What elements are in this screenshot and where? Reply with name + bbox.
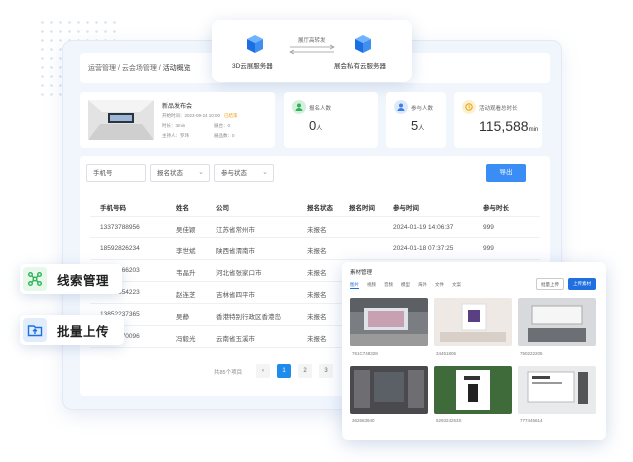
material-thumbnail[interactable] — [518, 298, 596, 346]
material-thumbnail[interactable] — [518, 366, 596, 414]
material-thumbnail[interactable] — [434, 366, 512, 414]
server-sync-card: 3D云展服务器 展厅高转发 展会私有云服务器 — [212, 20, 412, 82]
material-id: 777445614 — [520, 418, 543, 423]
bulk-upload-label: 批量上传 — [57, 324, 110, 339]
event-duration: 时长：3min — [162, 123, 186, 128]
breadcrumb-item[interactable]: 云会场管理 — [122, 65, 157, 72]
server-left-label: 3D云展服务器 — [232, 63, 273, 70]
event-time: 开始时间：2023-09-24 10:00 — [162, 113, 221, 118]
breadcrumb-current: 活动概览 — [162, 65, 191, 72]
material-thumbnail[interactable] — [350, 366, 428, 414]
link-label: 展厅高转发 — [298, 38, 326, 44]
export-button[interactable]: 导出 — [486, 164, 526, 182]
tab-files[interactable]: 文件 — [435, 282, 444, 287]
tab-audio[interactable]: 音频 — [384, 282, 393, 287]
page-button[interactable]: 3 — [319, 364, 333, 378]
event-host: 主持人：罗玮 — [162, 133, 189, 138]
stat-value: 115,588min — [479, 118, 539, 134]
event-status: 已结束 — [224, 113, 238, 118]
material-id: 750222205 — [520, 351, 543, 356]
material-thumbnail[interactable] — [434, 298, 512, 346]
column-header: 参与时长 — [483, 205, 509, 212]
tab-video[interactable]: 视频 — [367, 282, 376, 287]
event-thumbnail — [88, 100, 154, 140]
clock-icon — [462, 100, 476, 114]
network-icon — [23, 267, 47, 291]
column-header: 参与时间 — [393, 205, 419, 212]
pagination-total: 共85个项目 — [214, 370, 243, 376]
table-row[interactable]: 13373788956 吴佳颖 江苏省常州市 未报名 2024-01-19 14:06:… — [90, 216, 540, 238]
event-title: 新品发布会 — [162, 104, 193, 110]
bulk-upload-badge[interactable]: 批量上传 — [20, 315, 124, 345]
page-button[interactable]: 1 — [277, 364, 291, 378]
phone-search-input[interactable]: 手机号 — [86, 164, 146, 182]
chevron-down-icon: ⌄ — [198, 169, 204, 176]
page-button[interactable]: 2 — [298, 364, 312, 378]
server-right-label: 展会私有云服务器 — [334, 63, 386, 70]
material-id: 529324263S — [436, 418, 462, 423]
sync-arrows-icon — [289, 44, 335, 55]
stat-label: 参与人数 — [411, 106, 434, 112]
tab-overseas[interactable]: 海外 — [418, 282, 427, 287]
batch-upload-button[interactable]: 批量上传 — [536, 278, 564, 290]
material-id: 362663940 — [352, 418, 375, 423]
material-thumbnail[interactable] — [350, 298, 428, 346]
stat-label: 报名人数 — [309, 106, 332, 112]
column-header: 报名状态 — [307, 205, 333, 212]
stat-label: 活动观看总时长 — [479, 106, 518, 112]
table-row[interactable]: 18592826234 李世斌 陕西省渭南市 未报名 2024-01-18 07:37:… — [90, 238, 540, 260]
material-manager-panel: 素材管理 图片 视频 音频 模型 海外 文件 文案 批量上传 上传素材 761C748328… — [342, 262, 606, 440]
column-header: 姓名 — [176, 205, 189, 212]
server-cube-icon — [355, 35, 371, 53]
join-status-select[interactable]: 参与状态 ⌄ — [214, 164, 274, 182]
stat-card-participants: 参与人数 5人 — [386, 92, 446, 148]
tab-images[interactable]: 图片 — [350, 282, 359, 289]
upload-material-button[interactable]: 上传素材 — [568, 278, 596, 290]
material-tabs: 图片 视频 音频 模型 海外 文件 文案 — [350, 282, 469, 289]
upload-folder-icon — [23, 318, 47, 342]
event-booths: 展台：0 — [214, 123, 231, 128]
material-id: 761C748328 — [352, 351, 378, 356]
stat-value: 0人 — [309, 118, 323, 133]
event-card[interactable]: 新品发布会 开始时间：2023-09-24 10:00 已结束 时长：3min … — [80, 92, 275, 148]
breadcrumb-item[interactable]: 运营管理 — [88, 65, 116, 72]
tab-copy[interactable]: 文案 — [452, 282, 461, 287]
column-header: 公司 — [216, 205, 229, 212]
signup-status-select[interactable]: 报名状态 ⌄ — [150, 164, 210, 182]
panel-title: 素材管理 — [350, 270, 373, 276]
stat-value: 5人 — [411, 118, 425, 133]
leads-management-label: 线索管理 — [57, 273, 110, 288]
stat-card-signups: 报名人数 0人 — [284, 92, 378, 148]
event-exhibits: 展品数：0 — [214, 133, 235, 138]
person-icon — [292, 100, 306, 114]
server-cube-icon — [247, 35, 263, 53]
material-id: 34451806 — [436, 351, 457, 356]
chevron-down-icon: ⌄ — [262, 169, 268, 176]
column-header: 手机号码 — [100, 205, 126, 212]
prev-page-button[interactable]: ‹ — [256, 364, 270, 378]
column-header: 报名时间 — [349, 205, 375, 212]
person-icon — [394, 100, 408, 114]
leads-management-badge[interactable]: 线索管理 — [20, 264, 122, 294]
tab-models[interactable]: 模型 — [401, 282, 410, 287]
stat-card-watch-time: 活动观看总时长 115,588min — [454, 92, 542, 148]
